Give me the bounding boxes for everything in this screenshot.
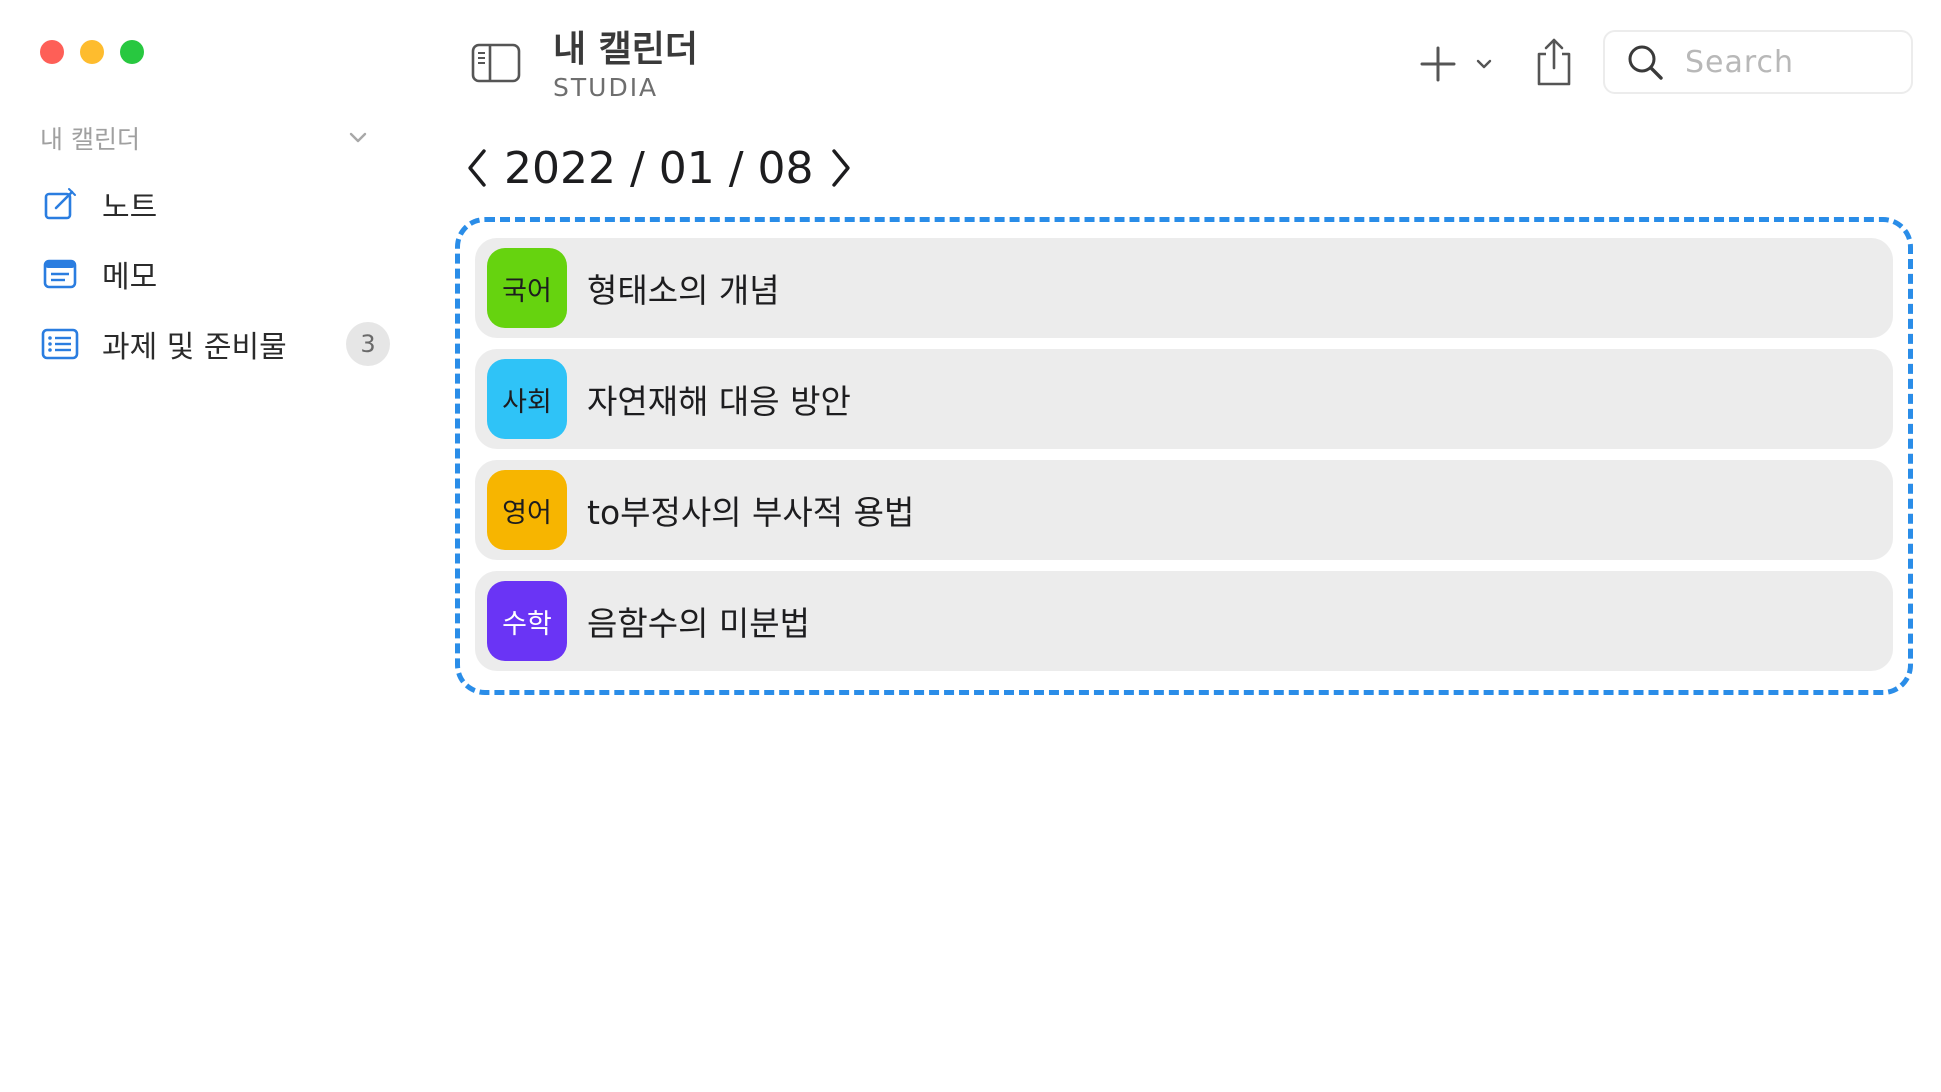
date-navigator: 2022 / 01 / 08 — [462, 138, 856, 198]
list-item[interactable]: 수학 음함수의 미분법 — [475, 571, 1893, 671]
zoom-window-button[interactable] — [120, 40, 144, 64]
sidebar-item-label: 과제 및 준비물 — [102, 330, 287, 365]
sidebar-item-label: 메모 — [102, 260, 158, 295]
minimize-window-button[interactable] — [80, 40, 104, 64]
sidebar: 내 캘린더 노트 메모 과제 및 준비물 3 — [0, 0, 400, 1092]
list-item[interactable]: 국어 형태소의 개념 — [475, 238, 1893, 338]
window-controls — [40, 40, 144, 64]
sidebar-section-header[interactable]: 내 캘린더 — [40, 120, 380, 156]
entry-title: 자연재해 대응 방안 — [587, 382, 851, 421]
plus-icon[interactable] — [1418, 44, 1458, 84]
page-subtitle: STUDIA — [553, 73, 659, 102]
chevron-down-icon[interactable] — [1474, 54, 1494, 74]
list-icon — [40, 324, 80, 364]
memo-icon — [40, 254, 80, 294]
subject-badge: 사회 — [487, 359, 567, 439]
entry-title: 형태소의 개념 — [587, 271, 780, 310]
note-compose-icon — [40, 184, 80, 224]
subject-badge: 국어 — [487, 248, 567, 328]
share-icon[interactable] — [1532, 36, 1576, 88]
entry-title: 음함수의 미분법 — [587, 604, 811, 643]
search-input[interactable] — [1683, 43, 1907, 81]
count-badge: 3 — [346, 322, 390, 366]
subject-badge: 영어 — [487, 470, 567, 550]
current-date: 2022 / 01 / 08 — [504, 142, 814, 194]
sidebar-item-memo[interactable]: 메모 — [40, 246, 390, 302]
chevron-right-icon — [831, 149, 850, 187]
sidebar-item-label: 노트 — [102, 190, 158, 225]
sidebar-item-notes[interactable]: 노트 — [40, 176, 390, 232]
page-title: 내 캘린더 — [553, 29, 699, 70]
sidebar-toggle-icon[interactable] — [470, 40, 522, 86]
search-field[interactable] — [1603, 30, 1913, 94]
close-window-button[interactable] — [40, 40, 64, 64]
chevron-down-icon[interactable] — [344, 124, 372, 152]
window-title-block: 내 캘린더 STUDIA — [553, 28, 698, 104]
entry-title: to부정사의 부사적 용법 — [587, 493, 915, 532]
next-date-button[interactable] — [826, 145, 856, 191]
list-item[interactable]: 영어 to부정사의 부사적 용법 — [475, 460, 1893, 560]
previous-date-button[interactable] — [462, 145, 492, 191]
sidebar-item-tasks[interactable]: 과제 및 준비물 3 — [40, 316, 390, 372]
chevron-left-icon — [468, 149, 486, 187]
sidebar-section-title: 내 캘린더 — [40, 125, 140, 154]
list-item[interactable]: 사회 자연재해 대응 방안 — [475, 349, 1893, 449]
subject-badge: 수학 — [487, 581, 567, 661]
search-icon — [1628, 45, 1663, 80]
